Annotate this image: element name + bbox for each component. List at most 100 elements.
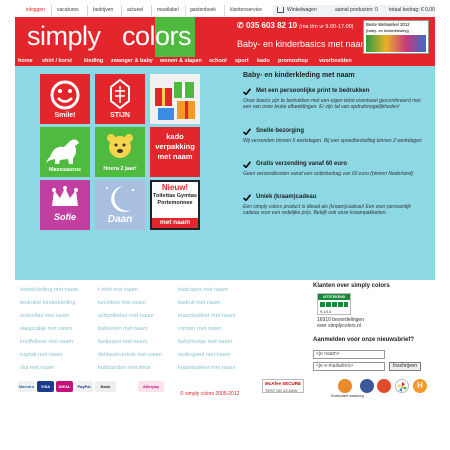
pinwheel-icon-art	[397, 382, 407, 392]
tile-hoera-label: Hoera 2 jaar!	[103, 166, 137, 172]
tile-kado-label: kado verpakking met naam	[155, 132, 195, 161]
thuiswinkel-label: thuiswinkel waarborg	[331, 394, 364, 398]
footer-link[interactable]: knuffelbeer met naam	[20, 339, 73, 345]
logo-word-simply: simply	[27, 21, 101, 51]
footer-link[interactable]: dekbedovertrek met naam	[98, 352, 162, 358]
footer-link[interactable]: schoolbeker met naam	[98, 313, 154, 319]
nav-voorbeelden[interactable]: voorbeelden	[319, 58, 352, 64]
tile-sofie[interactable]: Sofie	[40, 180, 90, 230]
phone-icon: ✆	[237, 21, 246, 30]
footer-link[interactable]: bedrukte kinderkleding	[20, 300, 75, 306]
footer-link[interactable]: rugzak met naam	[20, 352, 63, 358]
cart-bar[interactable]: Winkelwagen aantal producten: 0 totaal b…	[273, 5, 435, 16]
nav-home[interactable]: home	[18, 58, 33, 64]
subscribe-button[interactable]: Inschrijven	[389, 362, 421, 371]
thuiswinkel-icon[interactable]	[338, 379, 352, 393]
vacatures-link[interactable]: vacatures	[57, 7, 79, 13]
gift-boxes-image	[155, 82, 195, 120]
check-icon	[243, 88, 251, 95]
footer-link[interactable]: lunchbox met naam	[98, 300, 146, 306]
customer-service-link[interactable]: klantenservice	[230, 7, 262, 13]
review-score: 9,1/10	[320, 309, 332, 314]
nav-kado[interactable]: kado	[257, 58, 270, 64]
login-link[interactable]: inloggen	[26, 7, 45, 13]
award-badge[interactable]: Beste Webwinkel 2012 (baby- en kinderkle…	[363, 20, 429, 54]
crown-icon	[52, 186, 78, 206]
cart-label[interactable]: Winkelwagen	[287, 7, 317, 13]
footer-link[interactable]: kraampakket met naam	[178, 365, 235, 371]
newsletter-email-input[interactable]: <je e-mailadres>	[313, 362, 385, 371]
footer-link[interactable]: slui met naam	[20, 365, 54, 371]
footer-link[interactable]: romper met naam	[178, 326, 221, 332]
review-badge-head: UITSTEKEND	[318, 294, 350, 300]
nav-zwanger-baby[interactable]: zwanger & baby	[111, 58, 153, 64]
footer-link[interactable]: babymutsje met naam	[178, 339, 232, 345]
feature-desc: Geen verzendkosten vanaf een orderbedrag…	[243, 171, 414, 177]
award-title: Beste Webwinkel 2012	[366, 22, 410, 27]
footer-link[interactable]: badcapes met naam	[178, 287, 228, 293]
tile-daan-label: Daan	[107, 214, 133, 225]
tile-smile-label: Smile!	[54, 112, 76, 119]
cart-total: totaal bedrag: € 0,00	[389, 7, 435, 13]
nav-wonen-slapen[interactable]: wonen & slapen	[160, 58, 202, 64]
tile-maxosaurus-label: Maxosaurus	[48, 167, 82, 173]
footer-link[interactable]: kraampakket met naam	[178, 313, 235, 319]
footer-link[interactable]: slaapzakje met naam	[20, 326, 72, 332]
cart-icon	[277, 7, 284, 13]
paypal-logo: PayPal	[75, 381, 93, 392]
tile-kado[interactable]: kado verpakking met naam	[150, 127, 200, 177]
reviews-count: 16910 beoordelingen over simplycolors.nl	[317, 317, 364, 329]
footer-link[interactable]: badtuit met naam	[178, 300, 221, 306]
check-icon	[243, 194, 251, 201]
tile-smile[interactable]: Smile!	[40, 74, 90, 124]
tile-stijn[interactable]: STIJN	[95, 74, 145, 124]
footer-link[interactable]: buikbanden met tekst	[98, 365, 150, 371]
nav-shirt[interactable]: shirt / korst	[42, 58, 72, 64]
newsletter-name-input[interactable]: <je naam>	[313, 350, 385, 359]
tile-maxosaurus[interactable]: Maxosaurus	[40, 127, 90, 177]
nav-promoshop[interactable]: promoshop	[278, 58, 308, 64]
afterpay-logo: Afterpay	[138, 381, 164, 392]
maatlabel-link[interactable]: maatlabel	[157, 7, 179, 13]
footer-link[interactable]: schooltas met naam	[20, 313, 69, 319]
feature-desc: Wij verzenden binnen 5 werkdagen. Bij ee…	[243, 138, 422, 144]
google-plus-icon[interactable]	[377, 379, 391, 393]
facebook-icon[interactable]	[360, 379, 374, 393]
tile-hoera[interactable]: Hoera 2 jaar!	[95, 127, 145, 177]
cart-count: aantal producten: 0	[335, 7, 378, 13]
tile-gifts[interactable]	[150, 74, 200, 124]
tile-nieuw[interactable]: Nieuw! Toilettas Gymtas Portemonnee met …	[150, 180, 200, 230]
feature-desc: Onze basics zijn te bedrukken met een ei…	[243, 98, 421, 110]
header-tagline: Baby- en kinderbasics met naam	[237, 39, 369, 49]
maestro-logo: Maestro	[18, 381, 35, 392]
tile-nieuw-foot: met naam	[152, 218, 198, 228]
mcafee-badge[interactable]: McAfee SECURE TEST OK 22-NOV	[262, 379, 304, 393]
check-icon	[243, 128, 251, 135]
guestbook-link[interactable]: gastenboek	[190, 7, 216, 13]
site-logo[interactable]: simply colors	[27, 21, 192, 52]
nav-kleding[interactable]: kleding	[84, 58, 103, 64]
footer-link[interactable]: t-shirt met naam	[98, 287, 138, 293]
actueel-link[interactable]: actueel	[127, 7, 143, 13]
site-footer: kinderkleding met naam bedrukte kinderkl…	[15, 280, 435, 450]
footer-link[interactable]: badjasjes met naam	[98, 339, 147, 345]
intro-content: Baby- en kinderkleding met naam Met een …	[243, 72, 429, 216]
top-bar: inloggen vacatures bedrijven actueel maa…	[15, 5, 435, 16]
main-nav: home shirt / korst kleding zwanger & bab…	[15, 57, 435, 66]
hyves-icon[interactable]: H	[413, 379, 427, 393]
award-subtitle: (baby- en kinderkleding)	[366, 28, 409, 33]
review-badge[interactable]: UITSTEKEND 9,1/10	[317, 293, 351, 315]
pinwheel-icon[interactable]	[395, 379, 409, 393]
bank-logo: Bank	[95, 381, 116, 392]
footer-link[interactable]: ondergoed met naam	[178, 352, 230, 358]
site-header: simply colors ✆ 035 603 82 10 (ma t/m vr …	[15, 17, 435, 57]
mcafee-label: McAfee SECURE	[265, 381, 302, 386]
footer-link[interactable]: kinderkleding met naam	[20, 287, 78, 293]
mcafee-date: TEST OK 22-NOV	[265, 388, 298, 393]
nav-school[interactable]: school	[209, 58, 227, 64]
tile-daan[interactable]: Daan	[95, 180, 145, 230]
bedrijven-link[interactable]: bedrijven	[93, 7, 113, 13]
nav-sport[interactable]: sport	[235, 58, 249, 64]
footer-link[interactable]: balloeken met naam	[98, 326, 148, 332]
visa-logo: VISA	[37, 381, 54, 392]
